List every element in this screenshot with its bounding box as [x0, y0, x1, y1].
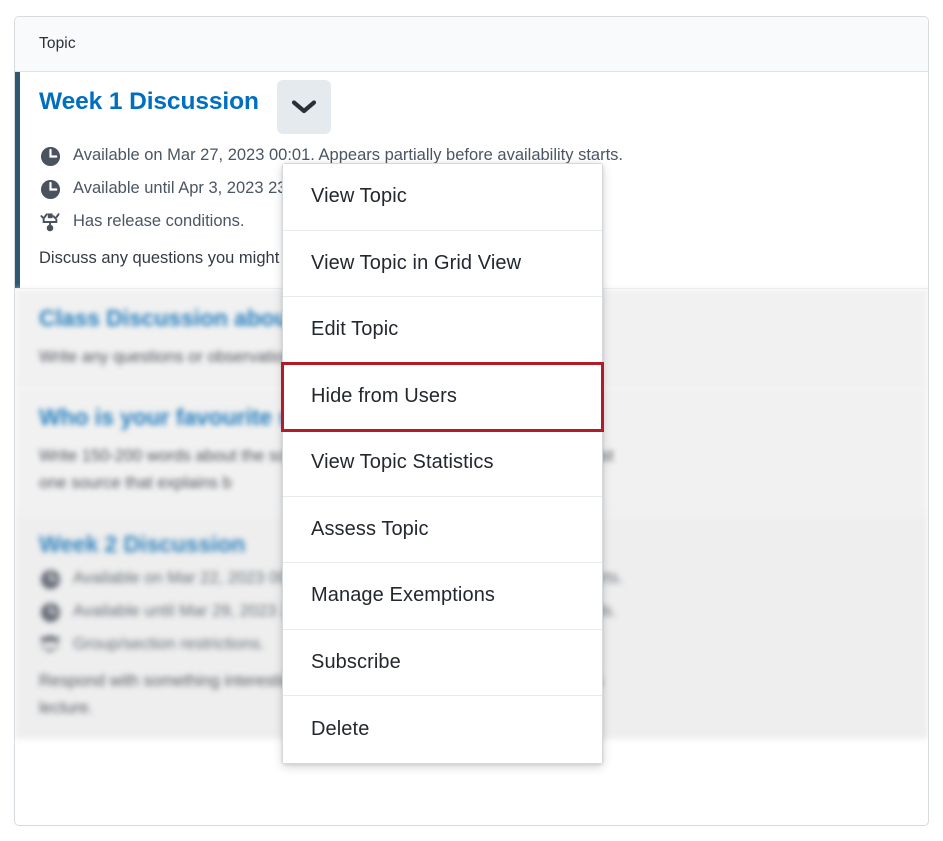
- topic-title-link[interactable]: Week 2 Discussion: [39, 531, 245, 557]
- menu-item-manage-exemptions[interactable]: Manage Exemptions: [283, 563, 602, 630]
- menu-item-edit-topic[interactable]: Edit Topic: [283, 297, 602, 364]
- menu-item-view-topic[interactable]: View Topic: [283, 164, 602, 231]
- release-conditions-icon: [39, 211, 61, 233]
- topic-title-link[interactable]: Week 1 Discussion: [39, 88, 259, 116]
- context-menu-trigger-button[interactable]: [276, 80, 331, 134]
- clock-icon: [39, 568, 61, 590]
- list-header: Topic: [15, 17, 928, 72]
- menu-item-view-topic-statistics[interactable]: View Topic Statistics: [283, 430, 602, 497]
- meta-text: Group/section restrictions.: [73, 635, 265, 654]
- menu-item-view-topic-in-grid-view[interactable]: View Topic in Grid View: [283, 230, 602, 297]
- clock-icon: [39, 601, 61, 623]
- meta-text: Has release conditions.: [73, 212, 245, 231]
- clock-icon: [39, 145, 61, 167]
- column-header-topic: Topic: [39, 35, 76, 52]
- group-restriction-icon: [39, 634, 61, 656]
- screenshot-root: Topic Week 1 Discussion Available on Mar…: [0, 0, 943, 841]
- menu-item-assess-topic[interactable]: Assess Topic: [283, 496, 602, 563]
- clock-icon: [39, 178, 61, 200]
- menu-item-delete[interactable]: Delete: [283, 696, 602, 763]
- context-menu: View Topic View Topic in Grid View Edit …: [281, 163, 604, 764]
- menu-item-hide-from-users[interactable]: Hide from Users: [281, 361, 604, 432]
- menu-item-subscribe[interactable]: Subscribe: [283, 629, 602, 696]
- chevron-down-icon: [291, 100, 316, 114]
- row-title-line: Week 1 Discussion: [39, 80, 904, 134]
